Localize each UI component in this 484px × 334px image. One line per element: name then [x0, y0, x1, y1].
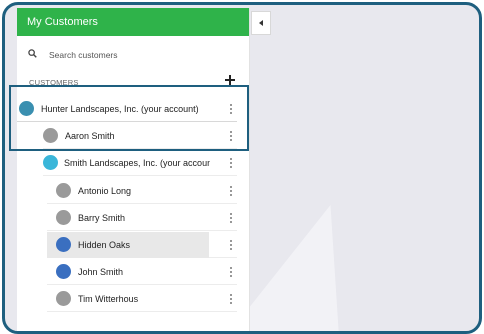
avatar — [56, 237, 71, 252]
search-row — [17, 44, 249, 66]
customer-name: Barry Smith — [78, 212, 126, 223]
search-icon — [28, 49, 37, 58]
customer-name: Hunter Landscapes, Inc. (your account) — [41, 103, 199, 114]
customer-row[interactable]: Antonio Long — [47, 178, 237, 204]
more-options-icon[interactable] — [225, 213, 237, 223]
customer-row[interactable]: Hunter Landscapes, Inc. (your account) — [17, 96, 237, 122]
search-input[interactable] — [49, 46, 229, 64]
customer-row[interactable]: Hidden Oaks — [47, 232, 237, 258]
avatar — [43, 155, 58, 170]
more-options-icon[interactable] — [225, 294, 237, 304]
avatar — [43, 128, 58, 143]
more-options-icon[interactable] — [225, 240, 237, 250]
avatar — [56, 183, 71, 198]
customer-name: Hidden Oaks — [78, 239, 131, 250]
more-options-icon[interactable] — [225, 186, 237, 196]
customer-row[interactable]: Smith Landscapes, Inc. (your account) — [43, 150, 237, 176]
more-options-icon[interactable] — [225, 158, 237, 168]
customer-row[interactable]: John Smith — [47, 259, 237, 285]
chevron-left-icon — [259, 20, 263, 26]
customer-name: John Smith — [78, 266, 124, 277]
avatar — [56, 264, 71, 279]
panel-title: My Customers — [17, 8, 249, 36]
customer-row[interactable]: Barry Smith — [47, 205, 237, 231]
customer-name: Tim Witterhous — [78, 293, 139, 304]
more-options-icon[interactable] — [225, 131, 237, 141]
more-options-icon[interactable] — [225, 104, 237, 114]
more-options-icon[interactable] — [225, 267, 237, 277]
window-frame: My Customers CUSTOMERS Hunter Landscapes… — [2, 2, 482, 334]
avatar — [56, 291, 71, 306]
avatar — [19, 101, 34, 116]
section-label: CUSTOMERS — [29, 78, 79, 87]
avatar — [56, 210, 71, 225]
collapse-panel-button[interactable] — [251, 11, 271, 35]
customers-panel: My Customers CUSTOMERS Hunter Landscapes… — [17, 8, 250, 331]
customer-name: Aaron Smith — [65, 130, 115, 141]
customer-name: Smith Landscapes, Inc. (your account) — [64, 157, 210, 168]
customer-name: Antonio Long — [78, 185, 132, 196]
customer-row[interactable]: Aaron Smith — [43, 123, 237, 149]
add-customer-button[interactable] — [224, 74, 236, 86]
customer-row[interactable]: Tim Witterhous — [47, 286, 237, 312]
